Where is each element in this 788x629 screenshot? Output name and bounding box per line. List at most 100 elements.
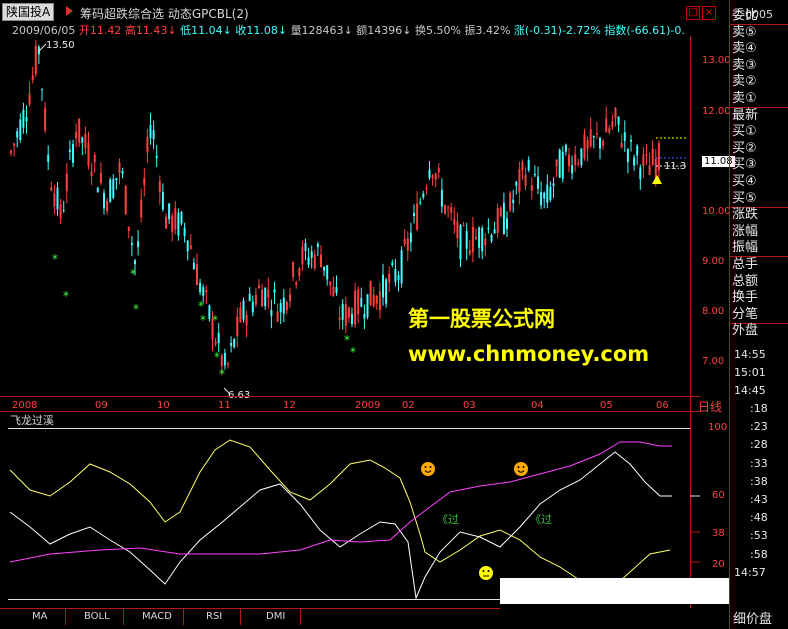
candle-body	[574, 154, 577, 165]
candle-body	[509, 193, 512, 211]
stock-name-tab[interactable]: 陕国投A	[2, 3, 55, 21]
candle-body	[623, 132, 626, 141]
indicator-line-yellow	[9, 439, 671, 591]
candle-body	[106, 200, 109, 212]
candle-body	[96, 187, 99, 193]
candle-body	[59, 204, 62, 219]
candle-body	[413, 212, 415, 217]
candle-body	[462, 225, 465, 227]
side-item: 换手	[732, 290, 759, 306]
candle-body	[648, 165, 651, 176]
candle-body	[22, 109, 25, 128]
indicator-tabs	[0, 608, 500, 627]
candle-body	[28, 93, 31, 105]
close-button[interactable]: ×	[702, 6, 716, 20]
candle-body	[580, 148, 583, 166]
candle-body	[50, 187, 53, 191]
candle-body	[124, 185, 127, 215]
x-unit[interactable]: 日线	[698, 398, 722, 415]
candle-body	[320, 254, 322, 267]
side-item: 卖②	[732, 74, 757, 90]
buy-star-icon: *	[133, 302, 139, 316]
formula-name[interactable]: 筹码超跌综合选 动态GPCBL(2)	[80, 5, 249, 22]
candle-body	[146, 136, 149, 153]
candle-body	[406, 238, 409, 251]
buy-star-icon: *	[198, 299, 204, 313]
tab-rsi[interactable]: RSI	[206, 611, 222, 622]
candle-body	[595, 133, 598, 135]
candle-body	[502, 202, 505, 234]
tab-boll[interactable]: BOLL	[84, 611, 110, 622]
candle-body	[115, 177, 118, 181]
x-tick-05: 05	[600, 400, 613, 411]
candle-body	[180, 211, 183, 224]
ind-y-100: 100	[708, 422, 728, 433]
candle-body	[416, 203, 419, 230]
candle-body	[10, 150, 12, 154]
restore-button[interactable]: □	[686, 6, 700, 20]
candle-body	[506, 218, 508, 229]
candle-body	[143, 177, 146, 186]
candle-body	[103, 192, 105, 209]
candle-body	[81, 137, 84, 143]
candle-body	[385, 279, 388, 304]
candle-body	[338, 317, 341, 321]
buy-star-icon: *	[350, 345, 356, 359]
candle-body	[434, 173, 437, 180]
buy-star-icon: *	[200, 313, 206, 327]
candle-body	[236, 316, 239, 336]
candle-body	[639, 167, 642, 180]
candle-body	[155, 155, 158, 158]
high-price-marker: 13.50	[46, 40, 75, 51]
candle-body	[394, 268, 397, 283]
candle-body	[161, 191, 164, 210]
candle-body	[341, 303, 344, 320]
play-triangle-icon[interactable]	[66, 6, 73, 16]
candle-body	[276, 311, 279, 322]
y-label-1300: 13.00	[702, 55, 731, 66]
tab-dmi[interactable]: DMI	[266, 611, 285, 622]
candle-body	[611, 121, 614, 128]
trade-time: :18	[750, 402, 768, 415]
candle-body	[608, 128, 611, 133]
indicator-text-2: 《过	[530, 513, 552, 526]
candle-body	[118, 162, 121, 173]
candle-body	[487, 227, 490, 230]
trade-time: :58	[750, 547, 768, 561]
candle-body	[264, 288, 267, 307]
candle-body	[577, 163, 580, 165]
candle-body	[270, 310, 273, 316]
candle-body	[533, 174, 536, 176]
candle-body	[484, 238, 487, 246]
trade-time: :48	[750, 511, 768, 525]
candle-body	[369, 280, 372, 306]
side-item: 卖④	[732, 41, 757, 57]
candle-body	[382, 274, 384, 298]
candle-body	[16, 131, 19, 138]
candle-body	[518, 169, 521, 193]
tab-macd[interactable]: MACD	[142, 611, 172, 622]
detail-tab[interactable]: 细价盘	[733, 608, 772, 627]
candle-body	[134, 260, 136, 265]
y-label-1000: 10.00	[702, 206, 731, 217]
tab-ma[interactable]: MA	[32, 611, 47, 622]
candle-body	[72, 144, 74, 163]
y-label-800: 8.00	[702, 306, 725, 317]
x-tick-2009: 2009	[355, 400, 381, 411]
side-item: 外盘	[732, 323, 759, 339]
candle-body	[592, 136, 595, 138]
candle-body	[530, 185, 533, 191]
indicator-chart[interactable]	[0, 412, 700, 602]
candle-body	[555, 159, 558, 167]
stock-chart-window: 陕国投A 筹码超跌综合选 动态GPCBL(2) □ × 0005 2009/06…	[0, 0, 788, 629]
candle-body	[651, 148, 654, 165]
side-item: 卖⑤	[732, 24, 757, 40]
candle-body	[301, 246, 304, 265]
tab-separator	[300, 609, 301, 625]
candle-body	[186, 240, 189, 252]
candle-body	[388, 273, 391, 283]
candle-body	[53, 193, 56, 207]
candle-body	[543, 192, 546, 199]
watermark-title: 第一股票公式网	[408, 307, 555, 331]
candle-body	[121, 171, 124, 174]
